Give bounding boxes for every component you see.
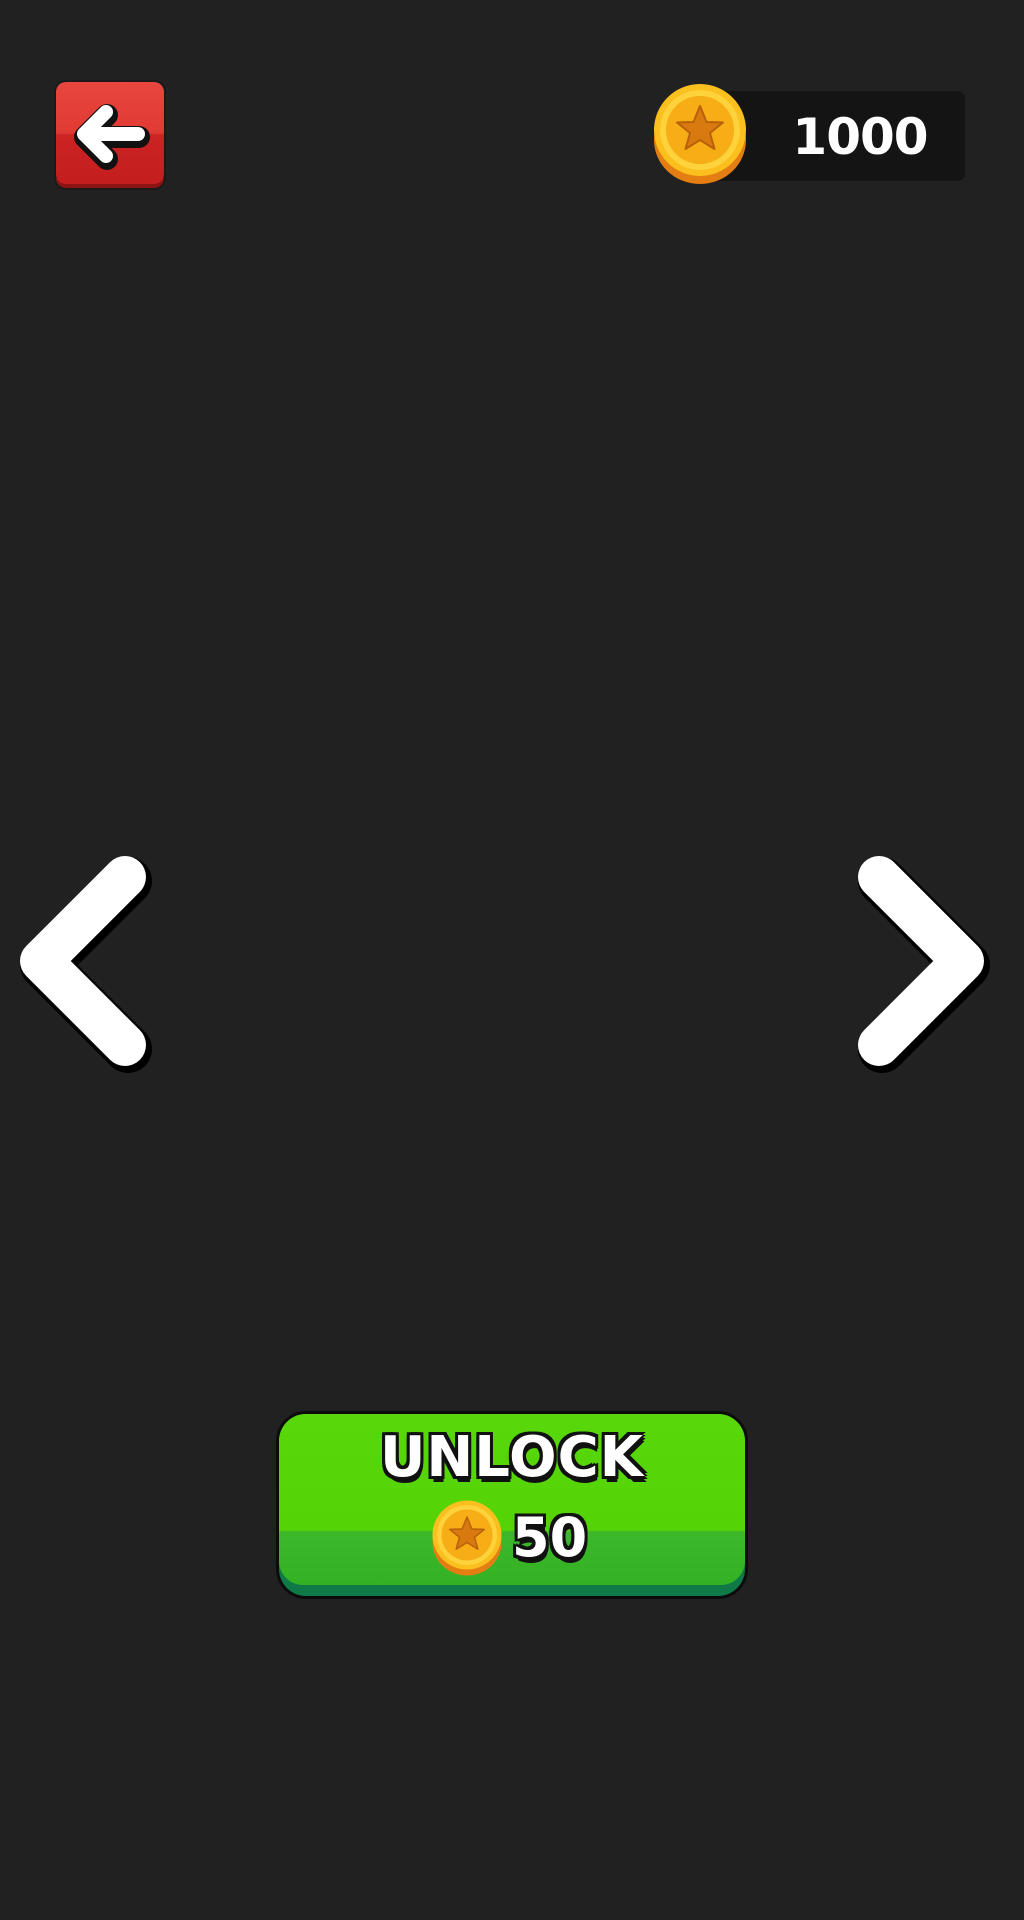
chevron-left-icon[interactable]	[14, 845, 159, 1075]
star-coin-icon	[654, 84, 746, 184]
unlock-price-value: 50	[512, 1506, 588, 1569]
game-screen: 1000 UNLOCK 50	[0, 0, 1024, 1920]
back-button[interactable]	[54, 80, 166, 190]
coin-balance-value: 1000	[792, 108, 928, 166]
back-arrow-icon	[74, 104, 150, 170]
star-coin-icon	[432, 1500, 502, 1576]
chevron-right-icon[interactable]	[851, 845, 996, 1075]
unlock-label: UNLOCK	[379, 1425, 645, 1490]
